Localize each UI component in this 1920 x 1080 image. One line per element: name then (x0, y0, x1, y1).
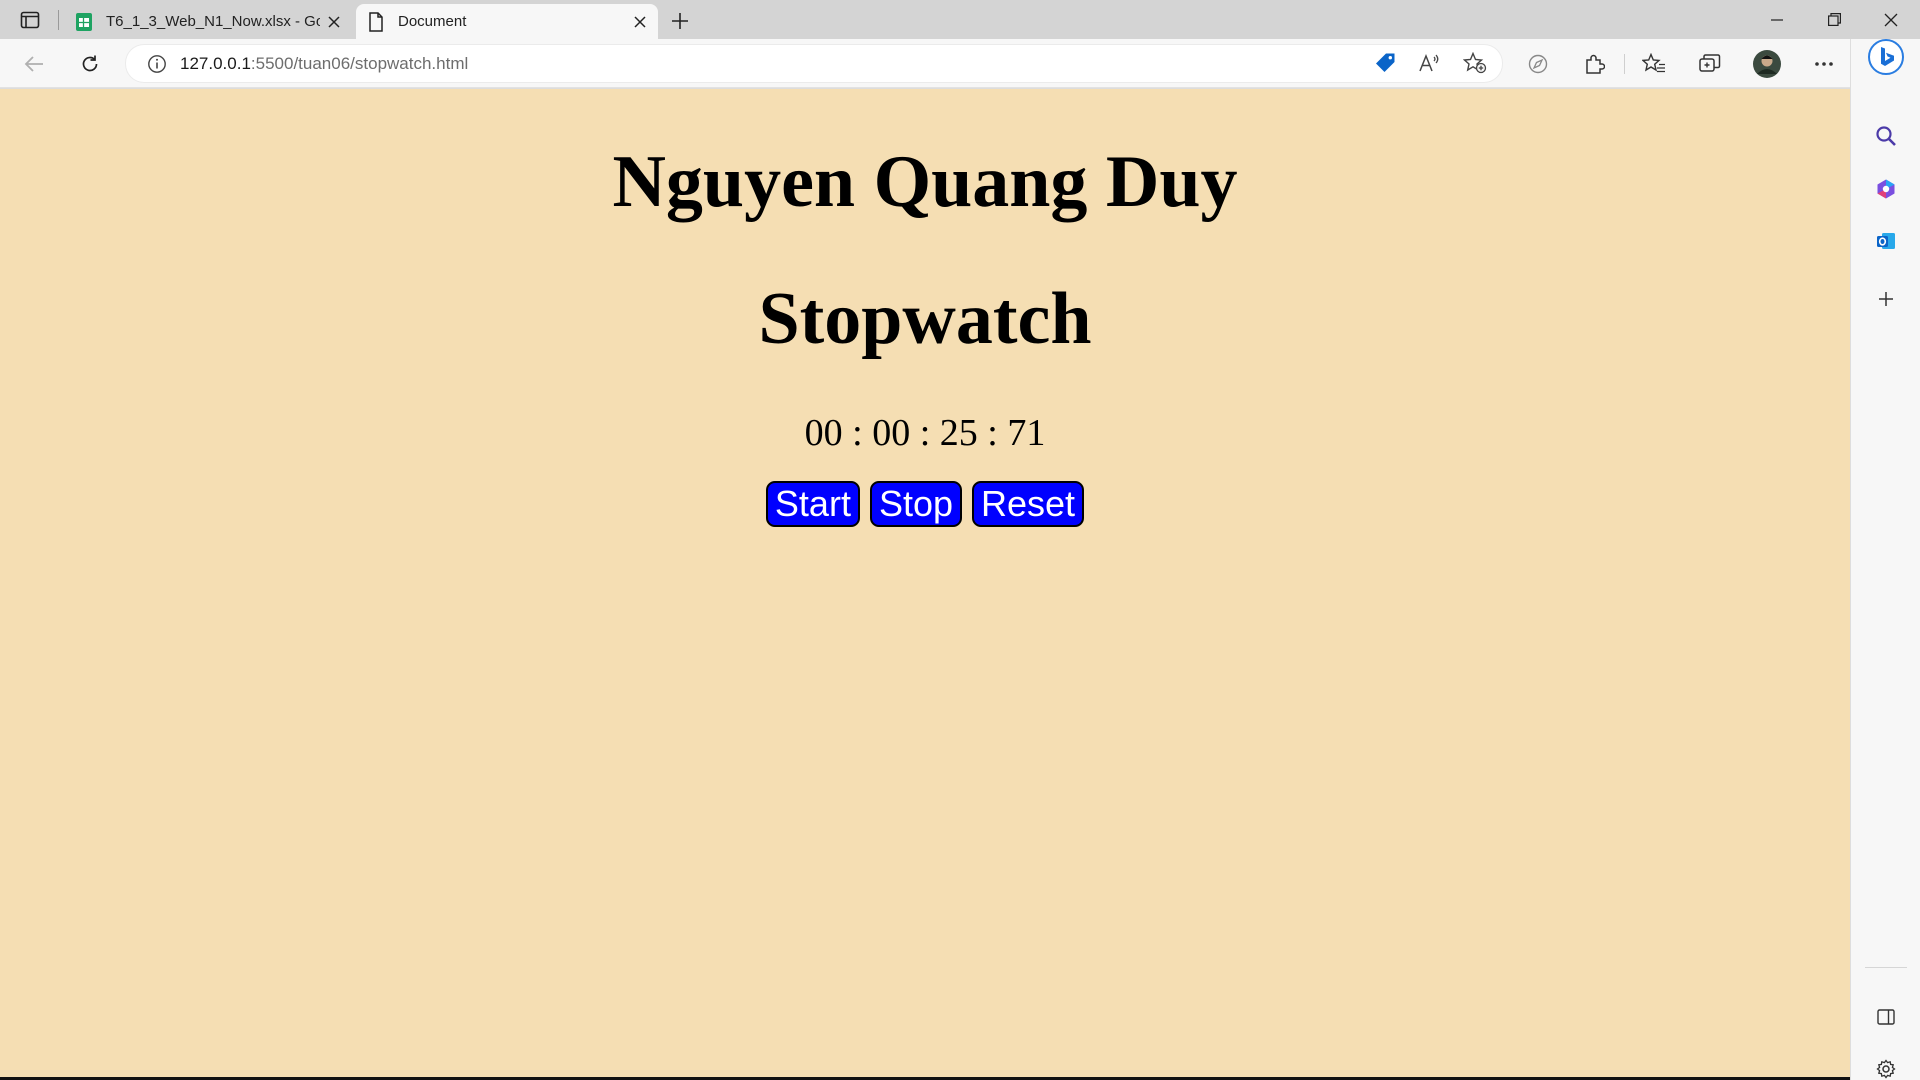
tab-separator (58, 10, 59, 30)
extensions-icon[interactable] (1576, 46, 1612, 82)
close-icon[interactable] (626, 8, 654, 36)
url-host: 127.0.0.1 (180, 53, 251, 73)
refresh-icon (82, 55, 98, 72)
sidebar-separator (1865, 967, 1907, 968)
more-options-icon[interactable] (1806, 46, 1842, 82)
back-button[interactable] (16, 46, 52, 82)
hide-sidebar-icon[interactable] (1866, 997, 1906, 1037)
tab-actions-icon[interactable] (8, 4, 52, 35)
plus-icon (672, 13, 688, 29)
url-path: :5500/tuan06/stopwatch.html (250, 53, 469, 73)
tab-spreadsheet[interactable]: T6_1_3_Web_N1_Now.xlsx - Goo (64, 4, 352, 39)
microsoft-365-icon[interactable] (1866, 169, 1906, 209)
bing-copilot-icon[interactable] (1866, 37, 1906, 77)
page-title: Stopwatch (758, 278, 1092, 360)
reset-button[interactable]: Reset (972, 481, 1085, 527)
refresh-button[interactable] (72, 46, 108, 82)
back-arrow-icon (24, 56, 43, 72)
start-button[interactable]: Start (765, 481, 860, 527)
stopwatch-controls: Start Stop Reset (0, 481, 1850, 527)
search-icon[interactable] (1866, 116, 1906, 156)
close-icon (1884, 13, 1898, 26)
favorites-icon[interactable] (1636, 46, 1672, 82)
url-text: 127.0.0.1:5500/tuan06/stopwatch.html (180, 54, 468, 74)
add-favorite-icon[interactable] (1458, 46, 1492, 80)
settings-gear-icon[interactable] (1866, 1049, 1906, 1080)
stop-button[interactable]: Stop (869, 481, 963, 527)
add-sidebar-app-icon[interactable] (1866, 279, 1906, 319)
browser-essentials-icon[interactable] (1520, 46, 1556, 82)
read-aloud-icon[interactable] (1412, 46, 1446, 80)
tab-document[interactable]: Document (356, 4, 658, 39)
minimize-icon (1771, 18, 1783, 21)
close-window-button[interactable] (1862, 0, 1920, 39)
sheets-icon (74, 12, 94, 32)
toolbar-separator (1624, 54, 1625, 74)
stopwatch-display: 00 : 00 : 25 : 71 (804, 412, 1046, 454)
title-bar: T6_1_3_Web_N1_Now.xlsx - Goo Document (0, 0, 1920, 39)
author-heading: Nguyen Quang Duy (612, 141, 1238, 223)
shopping-tag-icon[interactable] (1368, 46, 1402, 80)
edge-sidebar (1850, 39, 1920, 1080)
minimize-button[interactable] (1748, 0, 1806, 39)
page-content: Nguyen Quang Duy Stopwatch 00 : 00 : 25 … (0, 89, 1850, 1077)
outlook-icon[interactable] (1866, 221, 1906, 261)
collections-icon[interactable] (1692, 46, 1728, 82)
restore-icon (1827, 13, 1841, 26)
tab-title: Document (398, 13, 467, 30)
address-bar[interactable]: 127.0.0.1:5500/tuan06/stopwatch.html (126, 45, 1502, 82)
restore-button[interactable] (1805, 0, 1863, 39)
new-tab-button[interactable] (664, 6, 696, 36)
tab-title: T6_1_3_Web_N1_Now.xlsx - Goo (106, 13, 320, 30)
profile-avatar[interactable] (1749, 46, 1785, 82)
close-icon[interactable] (320, 8, 348, 36)
info-icon[interactable] (146, 53, 168, 75)
document-icon (366, 11, 386, 32)
navigation-bar: 127.0.0.1:5500/tuan06/stopwatch.html (0, 39, 1920, 88)
